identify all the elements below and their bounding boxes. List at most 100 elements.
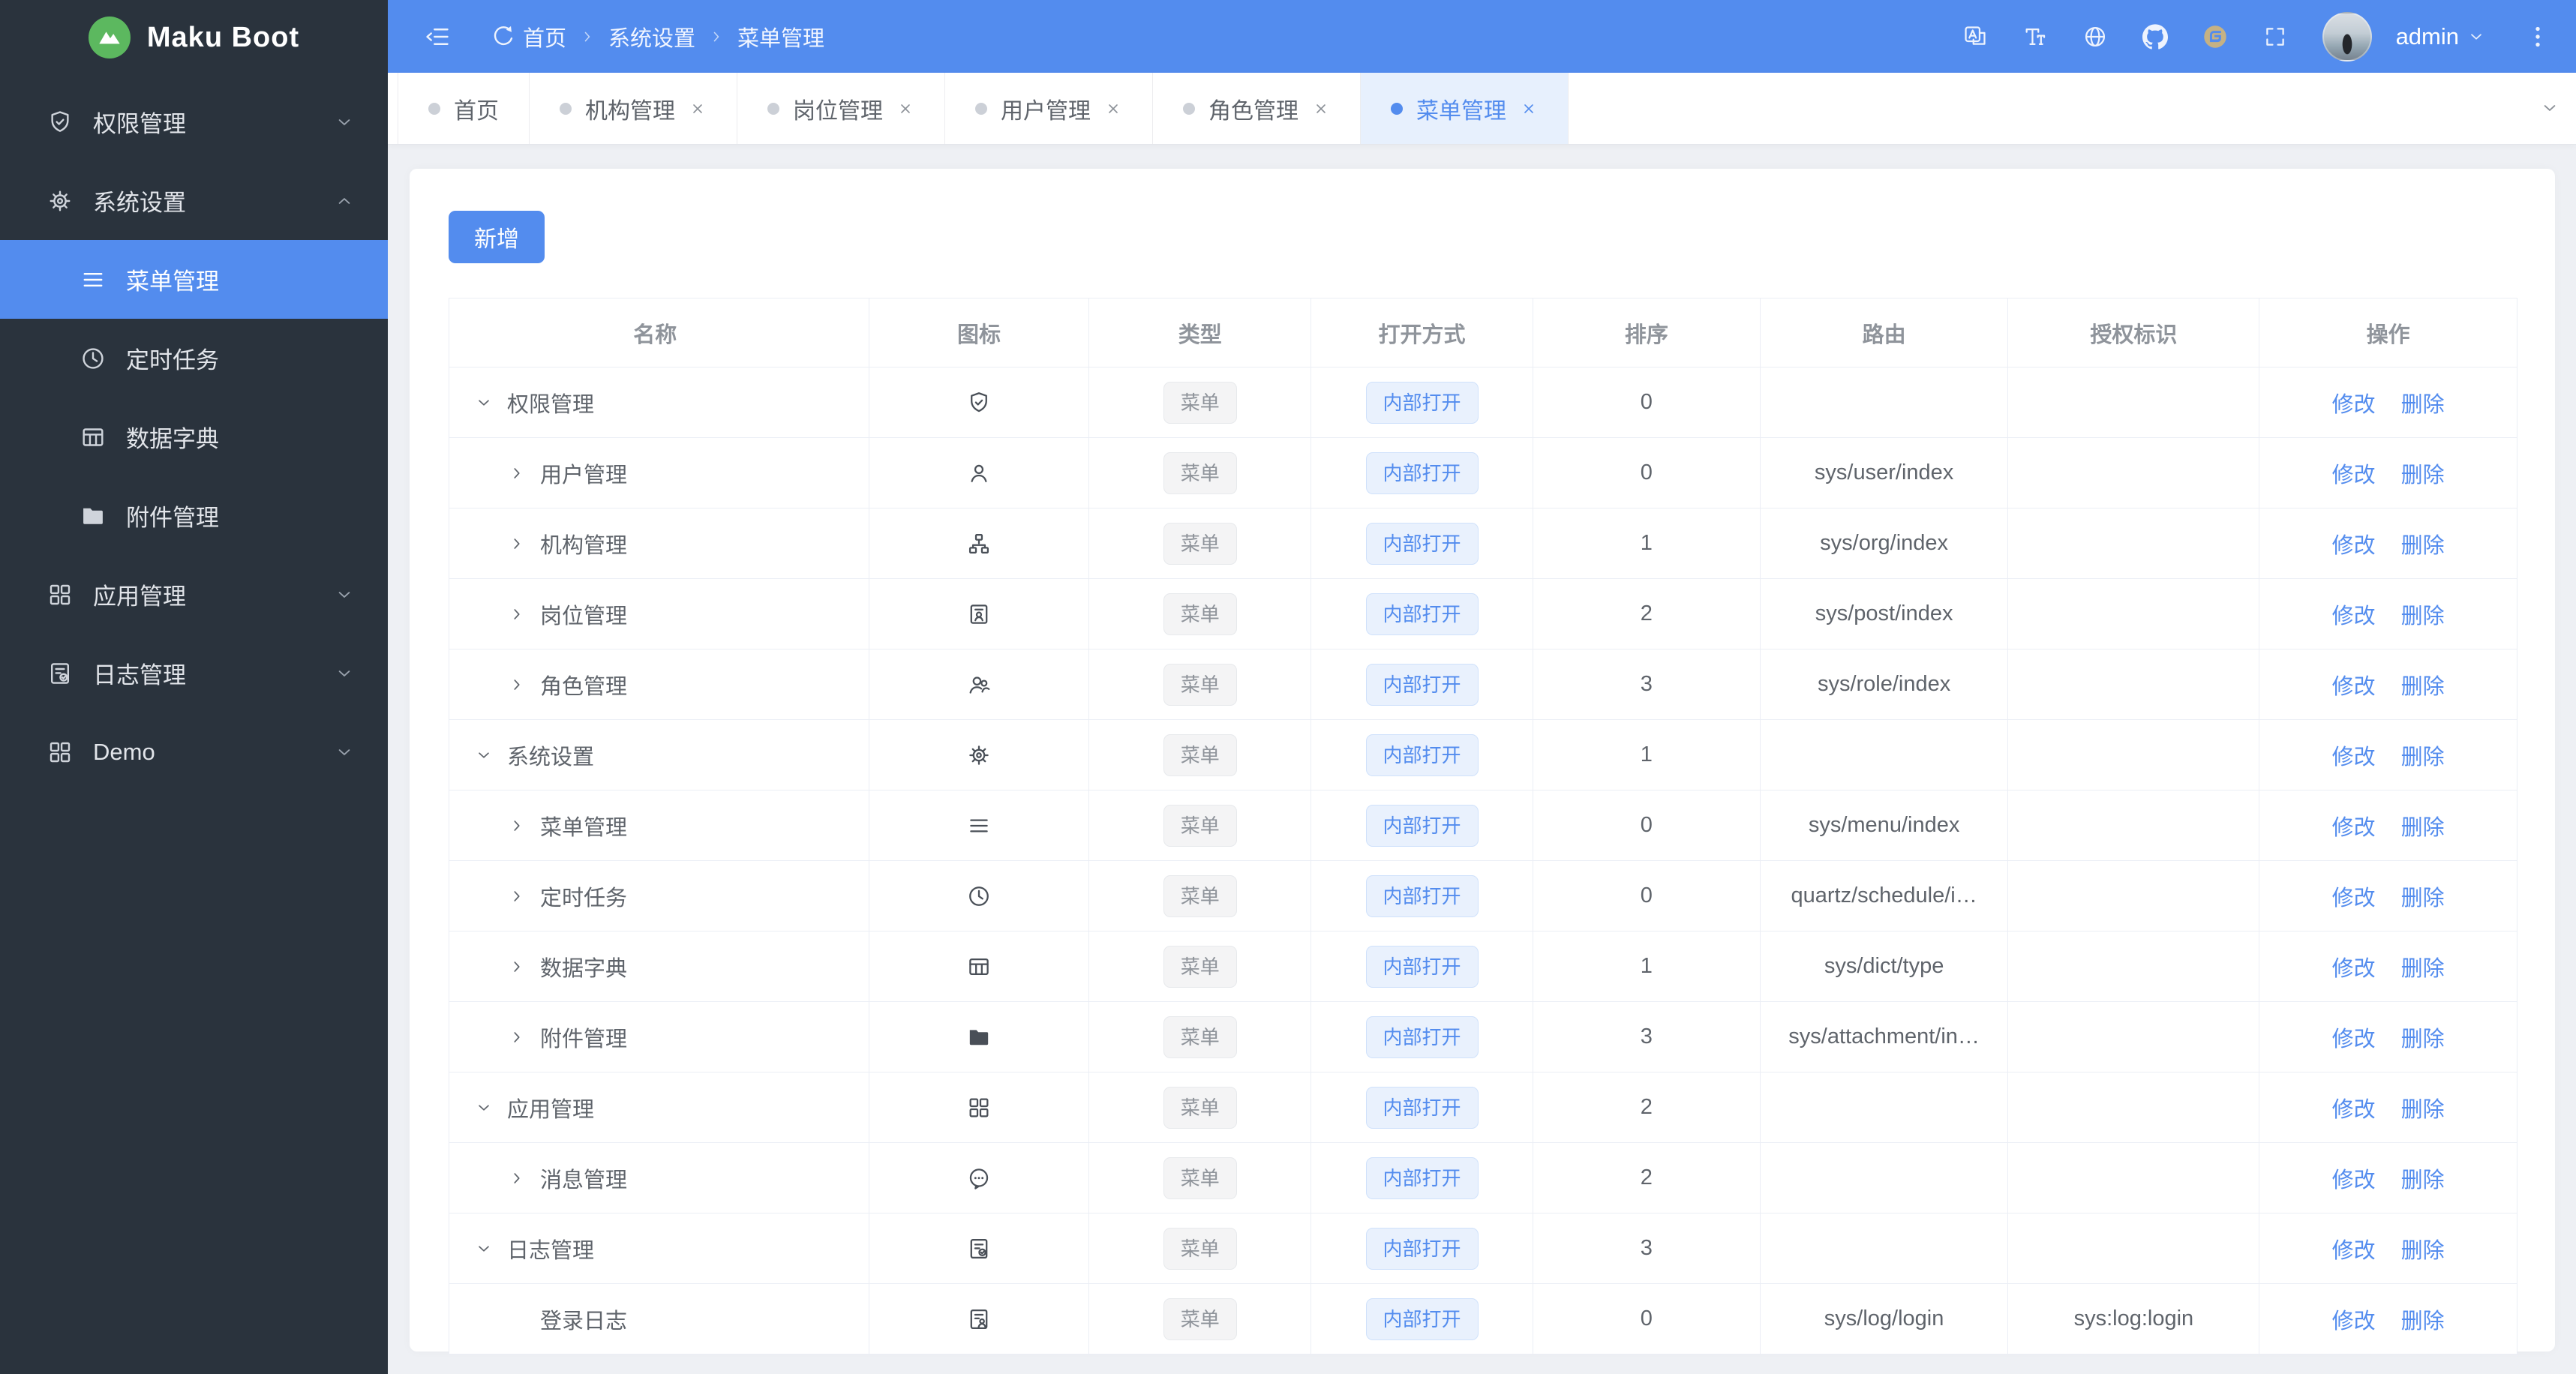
sidebar-item[interactable]: 权限管理: [0, 82, 388, 161]
expand-toggle[interactable]: [474, 1098, 498, 1118]
expand-toggle[interactable]: [507, 675, 531, 694]
expand-toggle[interactable]: [474, 746, 498, 765]
route-value: sys/role/index: [1817, 672, 1951, 696]
translate-button[interactable]: [1962, 24, 1988, 50]
delete-link[interactable]: 删除: [2401, 669, 2445, 700]
delete-link[interactable]: 删除: [2401, 810, 2445, 842]
menu-name: 菜单管理: [540, 815, 628, 840]
github-button[interactable]: [2142, 23, 2168, 50]
edit-link[interactable]: 修改: [2332, 740, 2376, 771]
delete-link[interactable]: 删除: [2401, 1233, 2445, 1264]
tab-list-dropdown[interactable]: [2523, 73, 2576, 143]
fold-button[interactable]: [424, 23, 451, 50]
avatar[interactable]: [2322, 11, 2372, 62]
delete-link[interactable]: 删除: [2401, 1162, 2445, 1194]
expand-toggle[interactable]: [507, 464, 531, 483]
add-button[interactable]: 新增: [449, 211, 545, 263]
apps-icon: [969, 1098, 989, 1117]
sidebar-item[interactable]: Demo: [0, 712, 388, 791]
tab[interactable]: 岗位管理: [737, 73, 944, 144]
menu-icon: [970, 819, 988, 832]
breadcrumb-item[interactable]: 系统设置: [608, 21, 695, 52]
expand-toggle[interactable]: [474, 1239, 498, 1258]
fullscreen-icon: [2265, 27, 2284, 46]
edit-link[interactable]: 修改: [2332, 387, 2376, 418]
expand-toggle[interactable]: [507, 957, 531, 976]
expand-toggle[interactable]: [507, 886, 531, 906]
open-type-tag: 内部打开: [1365, 1156, 1479, 1199]
table-row: 应用管理 菜单 内部打开 2 修改 删除: [449, 1072, 2517, 1143]
expand-toggle[interactable]: [474, 393, 498, 412]
sidebar-subitem[interactable]: 附件管理: [0, 476, 388, 555]
edit-link[interactable]: 修改: [2332, 669, 2376, 700]
close-icon[interactable]: [896, 100, 914, 118]
more-button[interactable]: [2525, 24, 2550, 50]
close-icon[interactable]: [689, 100, 707, 118]
column-header: 名称: [449, 298, 869, 367]
expand-toggle[interactable]: [507, 604, 531, 624]
refresh-button[interactable]: [490, 23, 517, 50]
breadcrumb: 首页 系统设置 菜单管理: [523, 21, 824, 52]
sidebar-subitem[interactable]: 数据字典: [0, 398, 388, 476]
expand-toggle[interactable]: [507, 816, 531, 836]
menu-name: 消息管理: [540, 1168, 628, 1192]
sidebar-subitem[interactable]: 定时任务: [0, 319, 388, 398]
sidebar-item[interactable]: 日志管理: [0, 634, 388, 712]
close-icon[interactable]: [1520, 100, 1538, 118]
expand-toggle[interactable]: [507, 534, 531, 554]
font-size-icon: [2025, 28, 2045, 45]
tab-status-dot: [560, 102, 572, 115]
delete-link[interactable]: 删除: [2401, 1022, 2445, 1053]
sidebar-item[interactable]: 应用管理: [0, 555, 388, 634]
globe-button[interactable]: [2082, 24, 2108, 50]
edit-link[interactable]: 修改: [2332, 598, 2376, 630]
gear-icon: [969, 745, 989, 765]
user-menu[interactable]: admin: [2396, 23, 2486, 50]
tab[interactable]: 机构管理: [529, 73, 737, 144]
delete-link[interactable]: 删除: [2401, 458, 2445, 489]
edit-link[interactable]: 修改: [2332, 458, 2376, 489]
chevron-right-icon: [514, 538, 520, 549]
font-size-button[interactable]: [2022, 24, 2048, 50]
close-icon[interactable]: [1104, 100, 1122, 118]
menu-name: 定时任务: [540, 886, 628, 910]
sidebar-item[interactable]: 系统设置: [0, 161, 388, 240]
tab[interactable]: 首页: [398, 73, 529, 144]
tab[interactable]: 角色管理: [1152, 73, 1360, 144]
edit-link[interactable]: 修改: [2332, 1304, 2376, 1335]
close-icon[interactable]: [1312, 100, 1330, 118]
delete-link[interactable]: 删除: [2401, 1092, 2445, 1124]
breadcrumb-item[interactable]: 菜单管理: [737, 21, 824, 52]
edit-link[interactable]: 修改: [2332, 810, 2376, 842]
delete-link[interactable]: 删除: [2401, 598, 2445, 630]
chevron-down-icon: [2471, 33, 2481, 40]
edit-link[interactable]: 修改: [2332, 951, 2376, 982]
table-row: 用户管理 菜单 内部打开 0 sys/user/index 修改 删除: [449, 438, 2517, 508]
delete-link[interactable]: 删除: [2401, 740, 2445, 771]
sidebar-subitem[interactable]: 菜单管理: [0, 240, 388, 319]
expand-toggle[interactable]: [507, 1028, 531, 1047]
edit-link[interactable]: 修改: [2332, 1162, 2376, 1194]
chevron-right-icon: [514, 1031, 520, 1042]
edit-link[interactable]: 修改: [2332, 528, 2376, 560]
edit-link[interactable]: 修改: [2332, 1022, 2376, 1053]
expand-toggle[interactable]: [507, 1168, 531, 1188]
tab[interactable]: 菜单管理: [1360, 73, 1569, 144]
edit-link[interactable]: 修改: [2332, 880, 2376, 912]
delete-link[interactable]: 删除: [2401, 387, 2445, 418]
delete-link[interactable]: 删除: [2401, 880, 2445, 912]
fullscreen-button[interactable]: [2262, 24, 2288, 50]
gitee-button[interactable]: [2202, 24, 2228, 50]
edit-link[interactable]: 修改: [2332, 1233, 2376, 1264]
topbar-left: [424, 23, 517, 50]
open-type-tag: 内部打开: [1365, 663, 1479, 706]
breadcrumb-item[interactable]: 首页: [523, 21, 566, 52]
delete-link[interactable]: 删除: [2401, 951, 2445, 982]
delete-link[interactable]: 删除: [2401, 528, 2445, 560]
chevron-right-icon: [514, 608, 520, 620]
translate-icon: [1964, 26, 1986, 45]
edit-link[interactable]: 修改: [2332, 1092, 2376, 1124]
delete-link[interactable]: 删除: [2401, 1304, 2445, 1335]
chevron-down-icon: [479, 1104, 489, 1111]
tab[interactable]: 用户管理: [944, 73, 1152, 144]
